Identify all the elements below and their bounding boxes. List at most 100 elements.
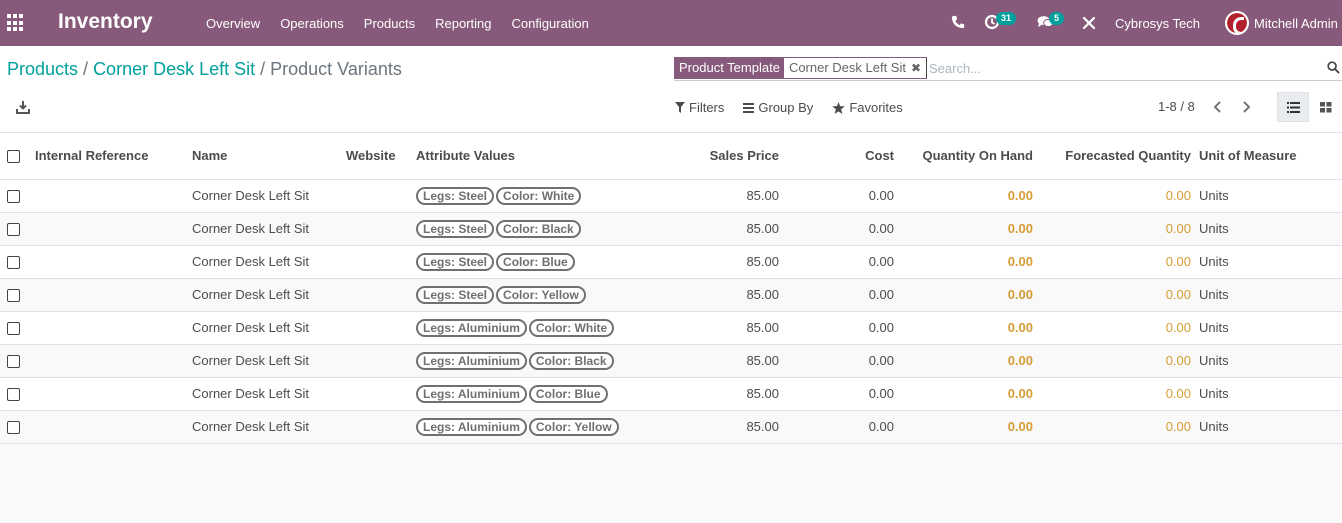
breadcrumb-template[interactable]: Corner Desk Left Sit xyxy=(93,59,255,79)
table-row[interactable]: Corner Desk Left Sit Legs: Steel Color: Y… xyxy=(0,278,1342,312)
attribute-tag: Legs: Aluminium xyxy=(416,351,527,370)
row-checkbox[interactable] xyxy=(7,190,20,204)
row-checkbox[interactable] xyxy=(7,322,20,336)
cell-attributes: Legs: Aluminium Color: White xyxy=(416,311,666,345)
cell-ref xyxy=(35,410,192,444)
attribute-tag: Legs: Aluminium xyxy=(416,384,527,403)
cell-uom: Units xyxy=(1191,410,1342,444)
breadcrumb-separator: / xyxy=(83,59,89,79)
col-cost[interactable]: Cost xyxy=(779,133,894,180)
cell-uom: Units xyxy=(1191,311,1342,345)
kanban-view-button[interactable] xyxy=(1310,92,1342,122)
download-icon[interactable] xyxy=(16,100,30,114)
col-attribute-values[interactable]: Attribute Values xyxy=(416,133,666,180)
col-name[interactable]: Name xyxy=(192,133,346,180)
attribute-tag: Legs: Aluminium xyxy=(416,417,527,436)
row-checkbox[interactable] xyxy=(7,256,20,270)
cell-attributes: Legs: Steel Color: Yellow xyxy=(416,278,666,312)
attribute-tag: Color: Blue xyxy=(496,252,575,271)
cell-website xyxy=(346,344,416,378)
avatar[interactable] xyxy=(1225,11,1249,35)
page-title: Product Variants xyxy=(270,59,402,79)
company-switcher[interactable]: Cybrosys Tech xyxy=(1115,16,1200,31)
bars-icon xyxy=(743,102,755,113)
menu-reporting[interactable]: Reporting xyxy=(425,16,501,31)
cell-attributes: Legs: Steel Color: White xyxy=(416,179,666,213)
debug-icon[interactable] xyxy=(1082,16,1096,30)
cell-name: Corner Desk Left Sit xyxy=(192,311,346,345)
col-website[interactable]: Website xyxy=(346,133,416,180)
chevron-left-icon[interactable] xyxy=(1212,101,1224,113)
search-icon[interactable] xyxy=(1327,61,1340,74)
cell-name: Corner Desk Left Sit xyxy=(192,377,346,411)
pager-value[interactable]: 1-8 / 8 xyxy=(1158,99,1195,114)
cell-qty-on-hand: 0.00 xyxy=(894,344,1033,378)
cell-qty-on-hand: 0.00 xyxy=(894,245,1033,279)
group-by-button[interactable]: Group By xyxy=(743,100,813,115)
breadcrumb-products[interactable]: Products xyxy=(7,59,78,79)
table-row[interactable]: Corner Desk Left Sit Legs: Steel Color: W… xyxy=(0,179,1342,213)
cell-sales-price: 85.00 xyxy=(666,344,779,378)
cell-qty-on-hand: 0.00 xyxy=(894,179,1033,213)
cell-cost: 0.00 xyxy=(779,212,894,246)
cell-uom: Units xyxy=(1191,344,1342,378)
cell-website xyxy=(346,278,416,312)
cell-qty-on-hand: 0.00 xyxy=(894,377,1033,411)
app-brand[interactable]: Inventory xyxy=(58,10,153,34)
cell-sales-price: 85.00 xyxy=(666,410,779,444)
col-qty-on-hand[interactable]: Quantity On Hand xyxy=(894,133,1033,180)
col-sales-price[interactable]: Sales Price xyxy=(666,133,779,180)
cell-attributes: Legs: Aluminium Color: Blue xyxy=(416,377,666,411)
row-checkbox[interactable] xyxy=(7,421,20,435)
cell-qty-on-hand: 0.00 xyxy=(894,278,1033,312)
cell-qty-on-hand: 0.00 xyxy=(894,311,1033,345)
select-all-checkbox[interactable] xyxy=(7,150,20,164)
favorites-label: Favorites xyxy=(849,100,903,115)
select-all-cell xyxy=(0,133,35,180)
search-options: Filters Group By Favorites xyxy=(675,100,922,115)
phone-icon[interactable] xyxy=(951,15,965,29)
table-row[interactable]: Corner Desk Left Sit Legs: Aluminium Colo… xyxy=(0,344,1342,378)
attribute-tag: Legs: Steel xyxy=(416,285,495,304)
table-row[interactable]: Corner Desk Left Sit Legs: Aluminium Colo… xyxy=(0,410,1342,444)
facet-label: Product Template xyxy=(675,58,784,78)
menu-configuration[interactable]: Configuration xyxy=(501,16,598,31)
user-menu[interactable]: Mitchell Admin xyxy=(1254,16,1338,31)
table-row[interactable]: Corner Desk Left Sit Legs: Aluminium Colo… xyxy=(0,311,1342,345)
col-internal-reference[interactable]: Internal Reference xyxy=(35,133,192,180)
row-checkbox[interactable] xyxy=(7,388,20,402)
search-bar: Product Template Corner Desk Left Sit ✖ xyxy=(674,57,1342,81)
table-row[interactable]: Corner Desk Left Sit Legs: Aluminium Colo… xyxy=(0,377,1342,411)
main-menu: Overview Operations Products Reporting C… xyxy=(196,0,599,46)
menu-overview[interactable]: Overview xyxy=(196,16,270,31)
menu-products[interactable]: Products xyxy=(354,16,425,31)
cell-cost: 0.00 xyxy=(779,311,894,345)
col-unit-of-measure[interactable]: Unit of Measure xyxy=(1191,133,1342,180)
row-checkbox[interactable] xyxy=(7,289,20,303)
cell-website xyxy=(346,311,416,345)
facet-value-text: Corner Desk Left Sit xyxy=(788,60,906,75)
cell-sales-price: 85.00 xyxy=(666,278,779,312)
row-checkbox[interactable] xyxy=(7,355,20,369)
filters-button[interactable]: Filters xyxy=(675,100,724,115)
cell-attributes: Legs: Aluminium Color: Yellow xyxy=(416,410,666,444)
col-forecasted-qty[interactable]: Forecasted Quantity xyxy=(1033,133,1191,180)
apps-icon[interactable] xyxy=(7,14,25,32)
cell-forecasted-qty: 0.00 xyxy=(1033,344,1191,378)
facet-remove-icon[interactable]: ✖ xyxy=(911,61,921,75)
cell-ref xyxy=(35,311,192,345)
search-input[interactable] xyxy=(926,58,1306,78)
table-row[interactable]: Corner Desk Left Sit Legs: Steel Color: B… xyxy=(0,245,1342,279)
table-row[interactable]: Corner Desk Left Sit Legs: Steel Color: B… xyxy=(0,212,1342,246)
cell-name: Corner Desk Left Sit xyxy=(192,278,346,312)
menu-operations[interactable]: Operations xyxy=(270,16,354,31)
cell-uom: Units xyxy=(1191,212,1342,246)
favorites-button[interactable]: Favorites xyxy=(832,100,903,115)
cell-name: Corner Desk Left Sit xyxy=(192,179,346,213)
chevron-right-icon[interactable] xyxy=(1240,101,1252,113)
cell-sales-price: 85.00 xyxy=(666,377,779,411)
list-view-button[interactable] xyxy=(1277,92,1309,122)
cell-name: Corner Desk Left Sit xyxy=(192,212,346,246)
attribute-tag: Legs: Steel xyxy=(416,186,495,205)
row-checkbox[interactable] xyxy=(7,223,20,237)
